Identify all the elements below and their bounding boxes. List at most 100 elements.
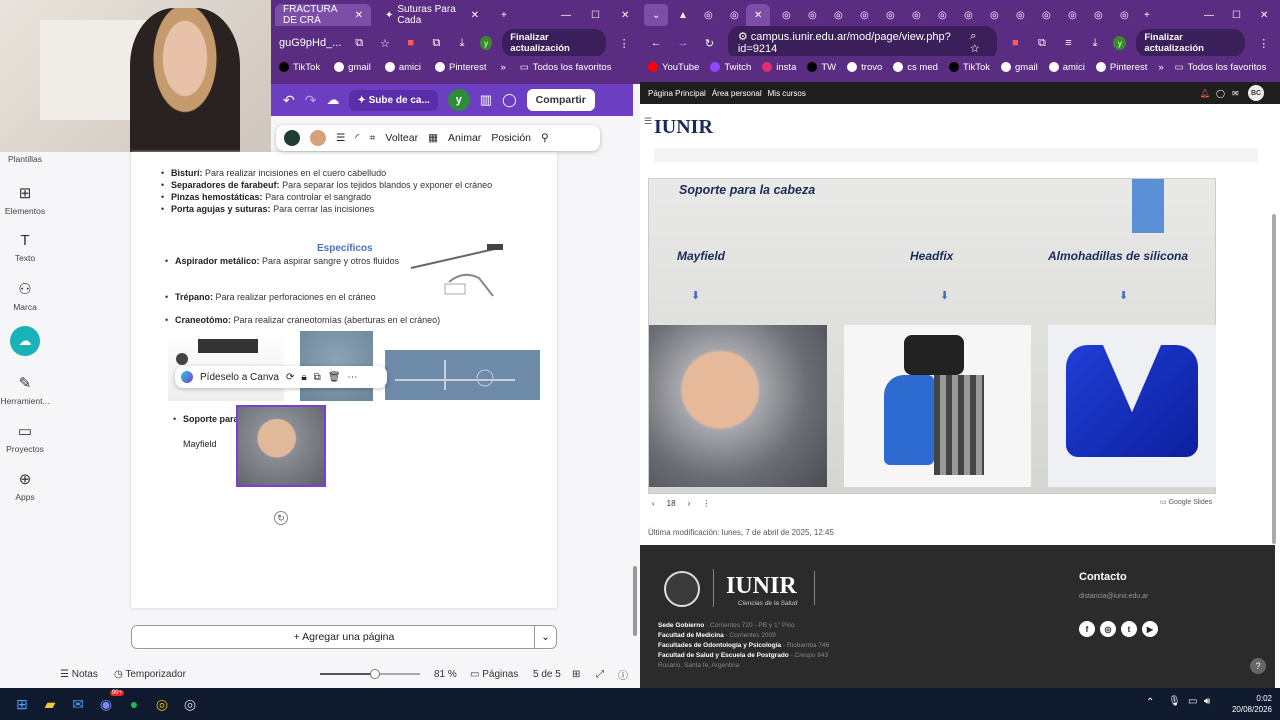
tab-icon[interactable]: ◎ [904,4,929,26]
redo-icon[interactable]: ↷ [305,92,317,109]
user-avatar[interactable]: y [447,89,470,111]
start-icon[interactable]: ⊞ [8,690,36,718]
tab-icon[interactable]: ◎ [1086,4,1111,26]
mail-app-icon[interactable]: ✉ [64,690,92,718]
network-icon[interactable]: ▭ [1188,696,1197,707]
google-slide[interactable]: Soporte para la cabeza Mayfield Headfix … [648,178,1216,494]
next-slide-icon[interactable]: › [688,499,691,508]
magic-icon[interactable]: ⟳ [286,372,294,383]
tab-icon[interactable]: ◎ [826,4,851,26]
zoom-value[interactable]: 81 % [434,669,457,680]
rotate-handle-icon[interactable]: ↻ [274,511,288,525]
transparency-icon[interactable]: ▦ [428,132,438,144]
iunir-header-logo[interactable]: IUNIR [654,116,713,139]
reload-icon[interactable]: ↻ [701,34,718,52]
tab-icon[interactable]: ◎ [852,4,877,26]
bookmark-amici[interactable]: amici [384,62,421,73]
zoom-icon[interactable]: ⌕ ☆ [970,30,987,56]
new-tab-button[interactable]: + [1136,4,1158,26]
tab-drive-icon[interactable]: ▲ [670,4,696,26]
animate-button[interactable]: Animar [448,132,481,144]
tab-icon[interactable]: ◎ [878,4,903,26]
more-icon[interactable]: ⋯ [348,372,358,383]
timer-button[interactable]: ◷ Temporizador [114,669,186,680]
close-window-icon[interactable]: ✕ [1252,4,1276,26]
prev-slide-icon[interactable]: ‹ [652,499,655,508]
corner-icon[interactable]: ◜ [355,132,359,144]
extensions-icon[interactable]: ⧉ [429,34,445,52]
bookmark-gmail[interactable]: gmail [334,62,371,73]
mic-icon[interactable]: 🎙︎ [1168,696,1181,707]
delete-icon[interactable]: 🗑︎ [328,372,341,383]
tab-icon[interactable]: ◎ [930,4,955,26]
help-icon[interactable]: ⓘ [618,667,628,682]
slides-provider[interactable]: ▭ Google Slides [1160,498,1212,506]
star-icon[interactable]: ☆ [377,34,393,52]
sidebar-item-marca[interactable]: ⚇ Marca [0,280,50,312]
bookmark-pinterest[interactable]: Pinterest [1095,62,1147,73]
grid-view-icon[interactable]: ⊞ [572,669,580,680]
tab-icon[interactable]: ◎ [956,4,981,26]
user-avatar[interactable]: BC [1248,85,1264,101]
bookmark-gmail[interactable]: gmail [1001,62,1038,73]
tab-icon[interactable]: ◎ [722,4,747,26]
tab-close-active[interactable]: ✕ [746,4,771,26]
lock-icon[interactable]: 🔒︎ [301,372,306,383]
undo-icon[interactable]: ↶ [283,92,295,109]
youtube-icon[interactable]: ▶ [1142,621,1158,637]
download-icon[interactable]: ⤓ [454,34,470,52]
tab-icon[interactable]: ◎ [1112,4,1137,26]
forward-icon[interactable]: → [675,34,692,52]
zoom-slider[interactable] [320,669,420,679]
bookmark-tiktok[interactable]: TikTok [279,62,320,73]
minimize-icon[interactable]: — [1196,4,1222,26]
maximize-icon[interactable]: ☐ [1224,4,1249,26]
facebook-icon[interactable]: f [1079,621,1095,637]
sube-button[interactable]: ✦ Sube de ca... [349,89,438,111]
tab-fractura[interactable]: FRACTURA DE CRÁ ✕ [275,4,371,26]
extensions-icon[interactable]: ⧉ [1034,34,1051,52]
volume-icon[interactable]: 🔊︎ [1204,696,1210,707]
overflow-chevron-icon[interactable]: » [500,62,505,73]
sidebar-item-apps[interactable]: ⊕ Apps [0,470,50,502]
sidebar-toggle-icon[interactable]: ☰ [644,116,652,127]
maximize-icon[interactable]: ☐ [583,4,608,26]
ask-canva-button[interactable]: Pídeselo a Canva [200,372,279,383]
scrollbar[interactable] [633,566,637,636]
clock[interactable]: 0:02 20/08/2026 [1222,693,1272,715]
update-button[interactable]: Finalizar actualización [502,29,607,57]
file-explorer-icon[interactable]: ▰ [36,690,64,718]
pages-button[interactable]: ▭ Páginas [470,669,518,680]
tray-chevron-icon[interactable]: ⌃ [1146,697,1154,708]
nav-courses[interactable]: Mis cursos [768,89,806,98]
tab-list-icon[interactable]: ⌄ [644,4,669,26]
back-icon[interactable]: ← [648,34,665,52]
bookmark-tw[interactable]: TW [807,62,836,73]
zoom-slider-handle[interactable] [370,669,380,679]
sidebar-item-uploads[interactable]: ☁ [0,326,50,356]
border-weight-icon[interactable]: ☰ [336,132,345,144]
slide-menu-icon[interactable]: ⋮ [702,499,710,508]
bookmark-amici[interactable]: amici [1048,62,1085,73]
tab-icon[interactable]: ◎ [1008,4,1033,26]
twitter-icon[interactable]: t [1121,621,1137,637]
nav-home[interactable]: Página Principal [648,89,706,98]
media-icon[interactable]: ≡ [1060,34,1077,52]
color-swatch-dark[interactable] [284,130,300,146]
extension-red-icon[interactable]: ■ [403,34,419,52]
new-tab-button[interactable]: + [493,4,515,26]
notification-bell-icon[interactable]: 🔔︎ [1200,89,1210,98]
menu-icon[interactable]: ⋮ [1255,34,1272,52]
update-button[interactable]: Finalizar actualización [1136,29,1246,57]
color-swatch-tan[interactable] [310,130,326,146]
tab-icon[interactable]: ◎ [982,4,1007,26]
bookmark-pinterest[interactable]: Pinterest [434,62,486,73]
sidebar-item-herramientas[interactable]: ✎ Herramient... [0,374,50,406]
contact-email[interactable]: distancia@iunir.edu.ar [1079,593,1148,600]
sidebar-item-elementos[interactable]: ⊞ Elementos [0,184,50,216]
profile-icon[interactable]: y [479,36,493,50]
sidebar-item-texto[interactable]: T Texto [0,232,50,263]
minimize-icon[interactable]: — [553,4,579,26]
url-fragment[interactable]: guG9pHd_... [279,37,341,49]
tab-icon[interactable]: ◎ [774,4,799,26]
